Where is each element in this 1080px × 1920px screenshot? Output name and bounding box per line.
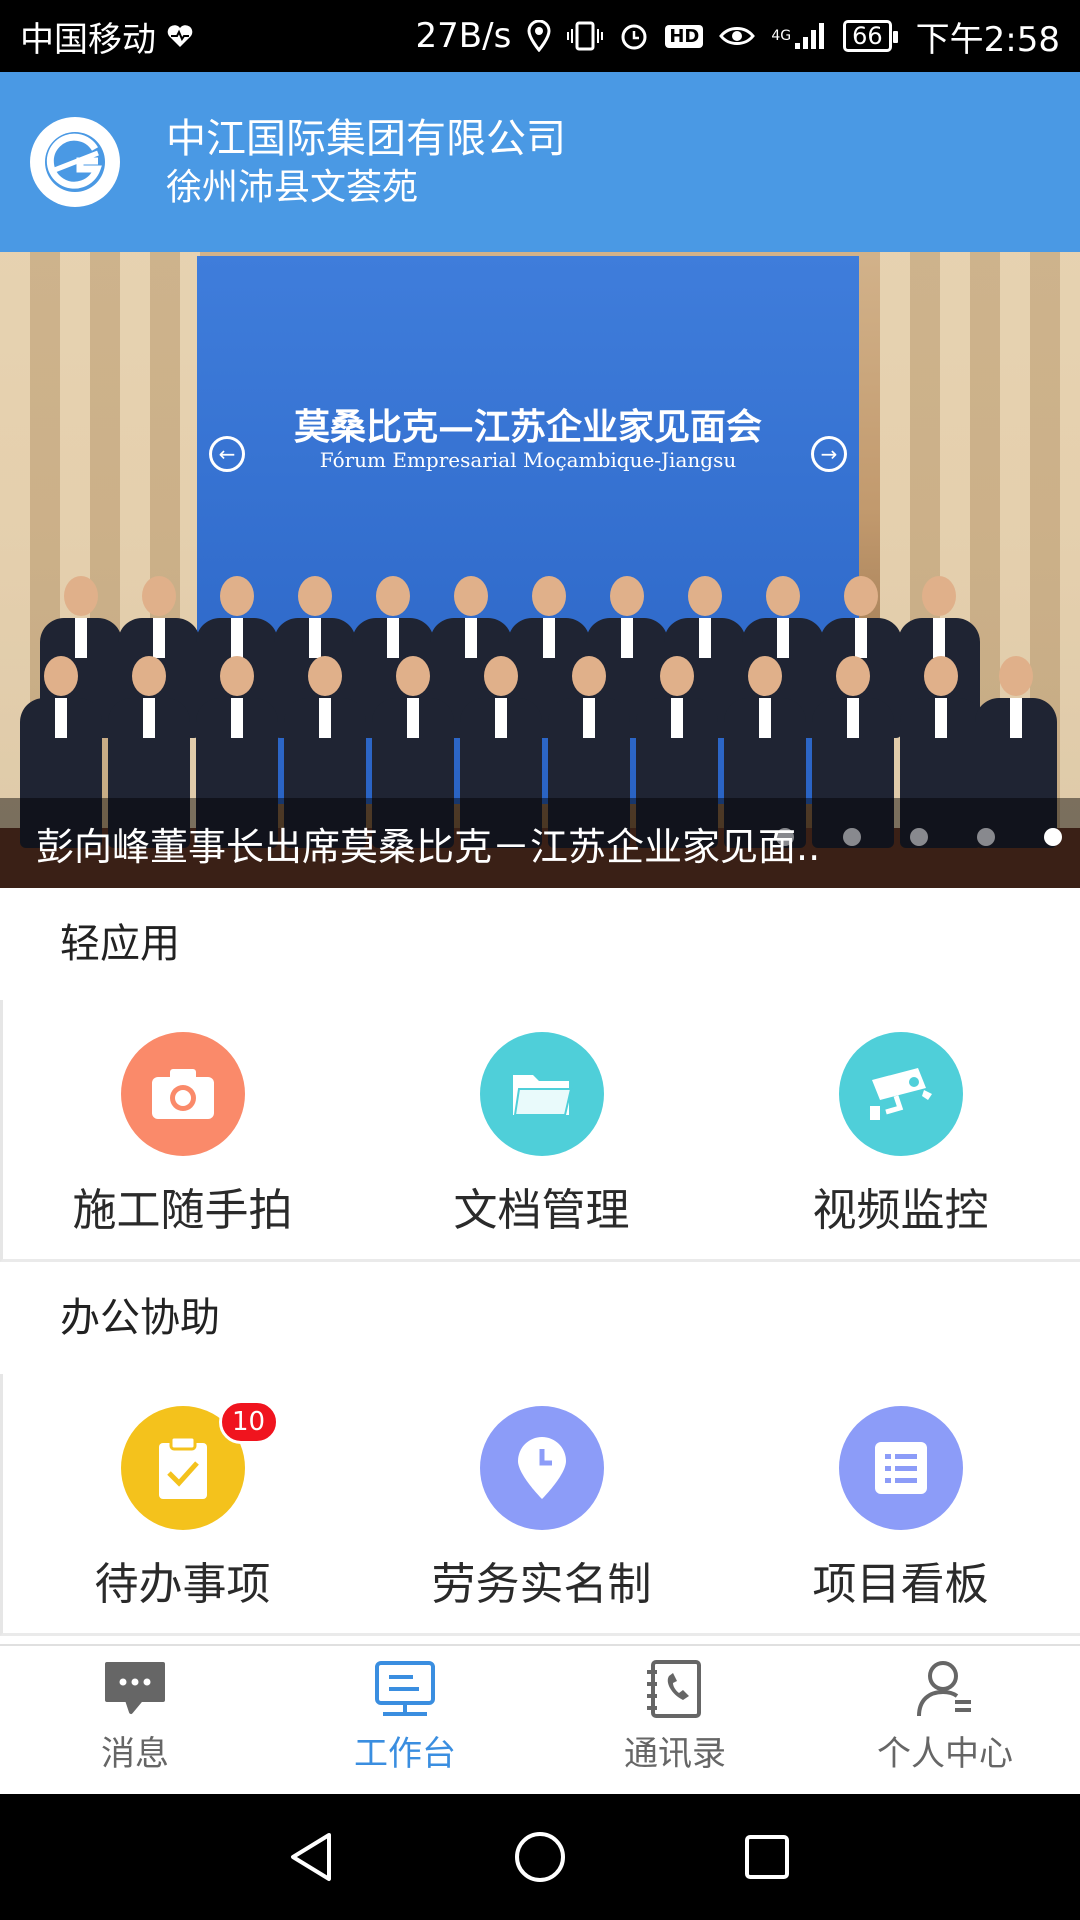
home-icon[interactable] <box>510 1827 570 1887</box>
signal-icon: 4G <box>771 21 827 51</box>
company-logo <box>30 117 120 207</box>
network-type: 4G <box>771 28 792 44</box>
photo-left-arrow-icon: ← <box>209 436 245 472</box>
location-clock-icon <box>479 1406 604 1530</box>
cctv-camera-icon <box>838 1032 963 1156</box>
hd-voice-badge: HD <box>665 24 704 48</box>
photo-screen-subtitle: Fórum Empresarial Moçambique-Jiangsu <box>319 448 737 472</box>
news-banner-carousel[interactable]: 莫桑比克—江苏企业家见面会 Fórum Empresarial Moçambiq… <box>0 252 1080 888</box>
app-construction-photo[interactable]: 施工随手拍 <box>3 1000 362 1259</box>
app-labor-real-name[interactable]: 劳务实名制 <box>362 1374 721 1633</box>
list-board-icon <box>838 1406 963 1530</box>
app-video-surveillance[interactable]: 视频监控 <box>721 1000 1080 1259</box>
eye-comfort-icon <box>719 24 756 48</box>
folder-icon <box>479 1032 604 1156</box>
carousel-dot[interactable] <box>1044 828 1062 846</box>
alarm-icon <box>619 21 649 51</box>
network-speed: 27B/s <box>415 16 512 56</box>
tab-label: 消息 <box>101 1734 169 1774</box>
carousel-dot[interactable] <box>910 828 928 846</box>
message-icon <box>105 1662 165 1714</box>
clock: 下午2:58 <box>915 19 1060 60</box>
app-document-management[interactable]: 文档管理 <box>362 1000 721 1259</box>
section-title-light-apps: 轻应用 <box>0 888 1080 1000</box>
tab-profile[interactable]: 个人中心 <box>810 1646 1080 1794</box>
app-todo-items[interactable]: 10 待办事项 <box>3 1374 362 1633</box>
back-icon[interactable] <box>283 1827 343 1887</box>
banner-caption: 彭向峰董事长出席莫桑比克－江苏企业家见面.. <box>36 824 821 869</box>
office-apps-grid: 10 待办事项 劳务实名制 项目看板 <box>0 1374 1080 1636</box>
app-label: 施工随手拍 <box>72 1185 293 1236</box>
tab-label: 通讯录 <box>624 1734 726 1774</box>
workbench-icon <box>375 1661 435 1716</box>
workbench-content: 轻应用 施工随手拍 文档管理 视频监控 办公协助 10 待办事项 劳务实名制 项… <box>0 888 1080 1644</box>
carousel-indicator[interactable] <box>776 828 1062 846</box>
carrier-name: 中国移动 <box>20 19 156 60</box>
status-bar: 中国移动 27B/s HD 4G 66 下午2:58 <box>0 0 1080 72</box>
app-header: 中江国际集团有限公司 徐州沛县文荟苑 <box>0 72 1080 252</box>
heart-rate-icon <box>166 23 194 49</box>
section-title-office-assist: 办公协助 <box>0 1262 1080 1374</box>
tab-label: 工作台 <box>354 1734 456 1774</box>
user-icon <box>917 1661 971 1717</box>
company-name: 中江国际集团有限公司 <box>166 116 566 162</box>
contacts-icon <box>647 1660 701 1718</box>
vibrate-icon <box>567 21 604 51</box>
app-label: 视频监控 <box>812 1185 989 1236</box>
app-label: 文档管理 <box>453 1185 630 1236</box>
tab-messages[interactable]: 消息 <box>0 1646 270 1794</box>
carousel-dot[interactable] <box>776 828 794 846</box>
tab-contacts[interactable]: 通讯录 <box>540 1646 810 1794</box>
camera-icon <box>120 1032 245 1156</box>
app-label: 劳务实名制 <box>431 1559 652 1610</box>
carousel-dot[interactable] <box>843 828 861 846</box>
app-label: 待办事项 <box>94 1559 271 1610</box>
project-name[interactable]: 徐州沛县文荟苑 <box>166 165 566 211</box>
todo-count-badge: 10 <box>218 1400 279 1444</box>
recent-apps-icon[interactable] <box>737 1827 797 1887</box>
photo-right-arrow-icon: → <box>811 436 847 472</box>
carousel-dot[interactable] <box>977 828 995 846</box>
tab-label: 个人中心 <box>877 1734 1013 1774</box>
battery-indicator: 66 <box>843 20 898 52</box>
app-project-dashboard[interactable]: 项目看板 <box>721 1374 1080 1633</box>
tab-workbench[interactable]: 工作台 <box>270 1646 540 1794</box>
system-navigation-bar <box>0 1794 1080 1920</box>
location-icon <box>527 20 551 52</box>
photo-screen-title: 莫桑比克—江苏企业家见面会 <box>293 406 762 448</box>
clipboard-check-icon: 10 <box>120 1400 279 1530</box>
app-label: 项目看板 <box>812 1559 989 1610</box>
light-apps-grid: 施工随手拍 文档管理 视频监控 <box>0 1000 1080 1262</box>
bottom-tab-bar: 消息 工作台 通讯录 个人中心 <box>0 1644 1080 1794</box>
